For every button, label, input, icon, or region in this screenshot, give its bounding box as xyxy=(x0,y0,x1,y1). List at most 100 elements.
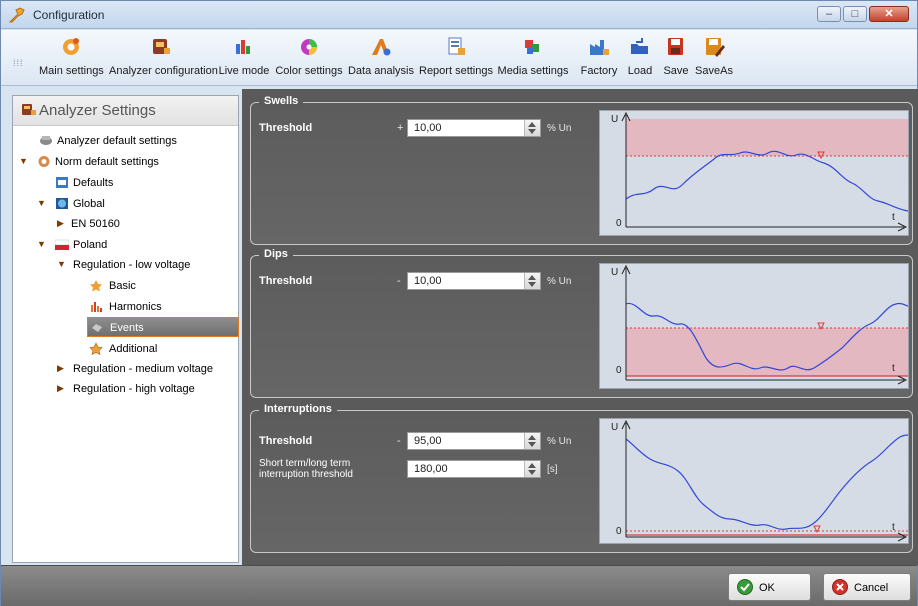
interruptions-title: Interruptions xyxy=(259,403,337,415)
term-threshold-spinbox[interactable]: 180,00 xyxy=(407,460,541,478)
tree-item-label: Regulation - high voltage xyxy=(73,383,195,395)
factory-button[interactable]: Factory xyxy=(577,34,621,84)
configuration-window: Configuration – □ ✕ ⁞⁞⁞ Main settings An… xyxy=(0,0,918,606)
dips-threshold-spinbox[interactable]: 10,00 xyxy=(407,272,541,290)
expand-arrow-icon[interactable]: ▼ xyxy=(57,259,66,269)
sign-label: - xyxy=(397,435,401,447)
tree-title: Analyzer Settings xyxy=(39,102,156,119)
sign-label: + xyxy=(397,122,404,134)
threshold-label: Threshold xyxy=(259,122,313,134)
tree-item-label: Events xyxy=(110,322,144,334)
tree-item-regulation-high-voltage[interactable]: ▶ Regulation - high voltage xyxy=(53,379,233,399)
unit-label: [s] xyxy=(547,464,558,475)
maximize-button[interactable]: □ xyxy=(843,6,867,22)
ok-label: OK xyxy=(759,582,775,594)
tree-item-analyzer-default-settings[interactable]: Analyzer default settings xyxy=(33,131,223,151)
main-settings-button[interactable]: Main settings xyxy=(39,34,104,84)
dips-graph: U 0 t xyxy=(599,263,909,389)
gear-icon xyxy=(63,38,79,55)
dips-title: Dips xyxy=(259,248,293,260)
tree-item-label: Regulation - low voltage xyxy=(73,259,191,271)
toolbar-label: Live mode xyxy=(218,65,270,77)
tree-item-regulation-low-voltage[interactable]: ▼ Regulation - low voltage xyxy=(53,255,233,275)
norm-icon xyxy=(38,156,50,167)
unit-label: % Un xyxy=(547,123,572,134)
spinbox-arrows[interactable] xyxy=(524,461,540,477)
cancel-label: Cancel xyxy=(854,582,889,594)
load-icon xyxy=(631,38,648,54)
tree-item-additional[interactable]: Additional xyxy=(87,339,197,359)
swells-graph: U 0 t xyxy=(599,110,909,236)
spinbox-arrows[interactable] xyxy=(524,120,540,136)
additional-icon xyxy=(89,342,103,355)
ok-button[interactable]: OK xyxy=(728,573,811,601)
events-icon xyxy=(92,324,102,332)
analyzer-icon xyxy=(153,39,170,54)
tree-item-norm-default-settings[interactable]: ▼ Norm default settings xyxy=(17,152,217,172)
y-axis-label: U xyxy=(611,267,619,278)
media-icon xyxy=(525,40,539,54)
tree-item-label: Norm default settings xyxy=(55,156,159,168)
color-settings-button[interactable]: Color settings xyxy=(275,34,343,84)
toolbar-label: Color settings xyxy=(275,65,343,77)
spinbox-arrows[interactable] xyxy=(524,433,540,449)
term-threshold-label-line1: Short term/long term xyxy=(259,458,351,469)
wrench-icon xyxy=(9,7,25,23)
tree-item-label: Poland xyxy=(73,239,108,251)
x-axis-label: t xyxy=(892,363,895,374)
spinbox-value: 10,00 xyxy=(414,275,442,287)
report-settings-button[interactable]: Report settings xyxy=(419,34,493,84)
unit-label: % Un xyxy=(547,276,572,287)
toolbar-grip[interactable]: ⁞⁞⁞ xyxy=(13,58,24,68)
save-button[interactable]: Save xyxy=(659,34,693,84)
x-axis-label: t xyxy=(892,522,895,533)
close-button[interactable]: ✕ xyxy=(869,6,909,22)
save-as-button[interactable]: SaveAs xyxy=(693,34,735,84)
tree-item-basic[interactable]: Basic xyxy=(87,276,197,296)
color-wheel-icon xyxy=(301,39,317,55)
tree-item-harmonics[interactable]: Harmonics xyxy=(87,297,197,317)
toolbar-label: Load xyxy=(627,65,653,77)
tree-item-label: Regulation - medium voltage xyxy=(73,363,214,375)
tree-item-regulation-medium-voltage[interactable]: ▶ Regulation - medium voltage xyxy=(53,359,233,379)
tree-item-label: Global xyxy=(73,198,105,210)
tree-item-poland[interactable]: ▼ Poland xyxy=(33,235,153,255)
analyzer-icon xyxy=(40,136,52,145)
spinbox-value: 95,00 xyxy=(414,435,442,447)
collapse-arrow-icon[interactable]: ▶ xyxy=(57,218,64,229)
media-settings-button[interactable]: Media settings xyxy=(497,34,569,84)
tree-item-label: Defaults xyxy=(73,177,114,189)
data-analysis-button[interactable]: Data analysis xyxy=(347,34,415,84)
y-axis-label: U xyxy=(611,114,619,125)
report-icon xyxy=(448,37,465,55)
y-axis-label: U xyxy=(611,422,619,433)
toolbar-label: Save xyxy=(663,65,689,77)
settings-tree: Analyzer Settings Analyzer default setti… xyxy=(12,95,239,563)
collapse-arrow-icon[interactable]: ▶ xyxy=(57,383,64,394)
tree-item-label: Analyzer default settings xyxy=(57,135,177,147)
globe-icon xyxy=(56,198,68,209)
live-mode-button[interactable]: Live mode xyxy=(217,34,271,84)
swells-threshold-spinbox[interactable]: 10,00 xyxy=(407,119,541,137)
analyzer-configuration-button[interactable]: Analyzer configuration xyxy=(109,34,218,84)
toolbar: ⁞⁞⁞ Main settings Analyzer configuration… xyxy=(1,30,917,86)
spinbox-arrows[interactable] xyxy=(524,273,540,289)
minimize-button[interactable]: – xyxy=(817,6,841,22)
toolbar-label: Factory xyxy=(580,65,618,77)
tree-item-events[interactable]: Events xyxy=(87,317,239,337)
toolbar-label: Media settings xyxy=(497,65,569,77)
load-button[interactable]: Load xyxy=(623,34,657,84)
tree-item-en-50160[interactable]: ▶ EN 50160 xyxy=(53,214,173,234)
collapse-arrow-icon[interactable]: ▶ xyxy=(57,363,64,374)
term-threshold-label-line2: interruption threshold xyxy=(259,469,353,480)
tree-item-global[interactable]: ▼ Global xyxy=(33,194,153,214)
analyzer-icon xyxy=(22,104,36,115)
cancel-button[interactable]: Cancel xyxy=(823,573,911,601)
expand-arrow-icon[interactable]: ▼ xyxy=(37,198,46,208)
poland-flag-icon xyxy=(55,239,69,250)
interruptions-threshold-spinbox[interactable]: 95,00 xyxy=(407,432,541,450)
toolbar-label: Report settings xyxy=(419,65,493,77)
expand-arrow-icon[interactable]: ▼ xyxy=(19,156,28,166)
tree-item-defaults[interactable]: Defaults xyxy=(53,173,173,193)
expand-arrow-icon[interactable]: ▼ xyxy=(37,239,46,249)
